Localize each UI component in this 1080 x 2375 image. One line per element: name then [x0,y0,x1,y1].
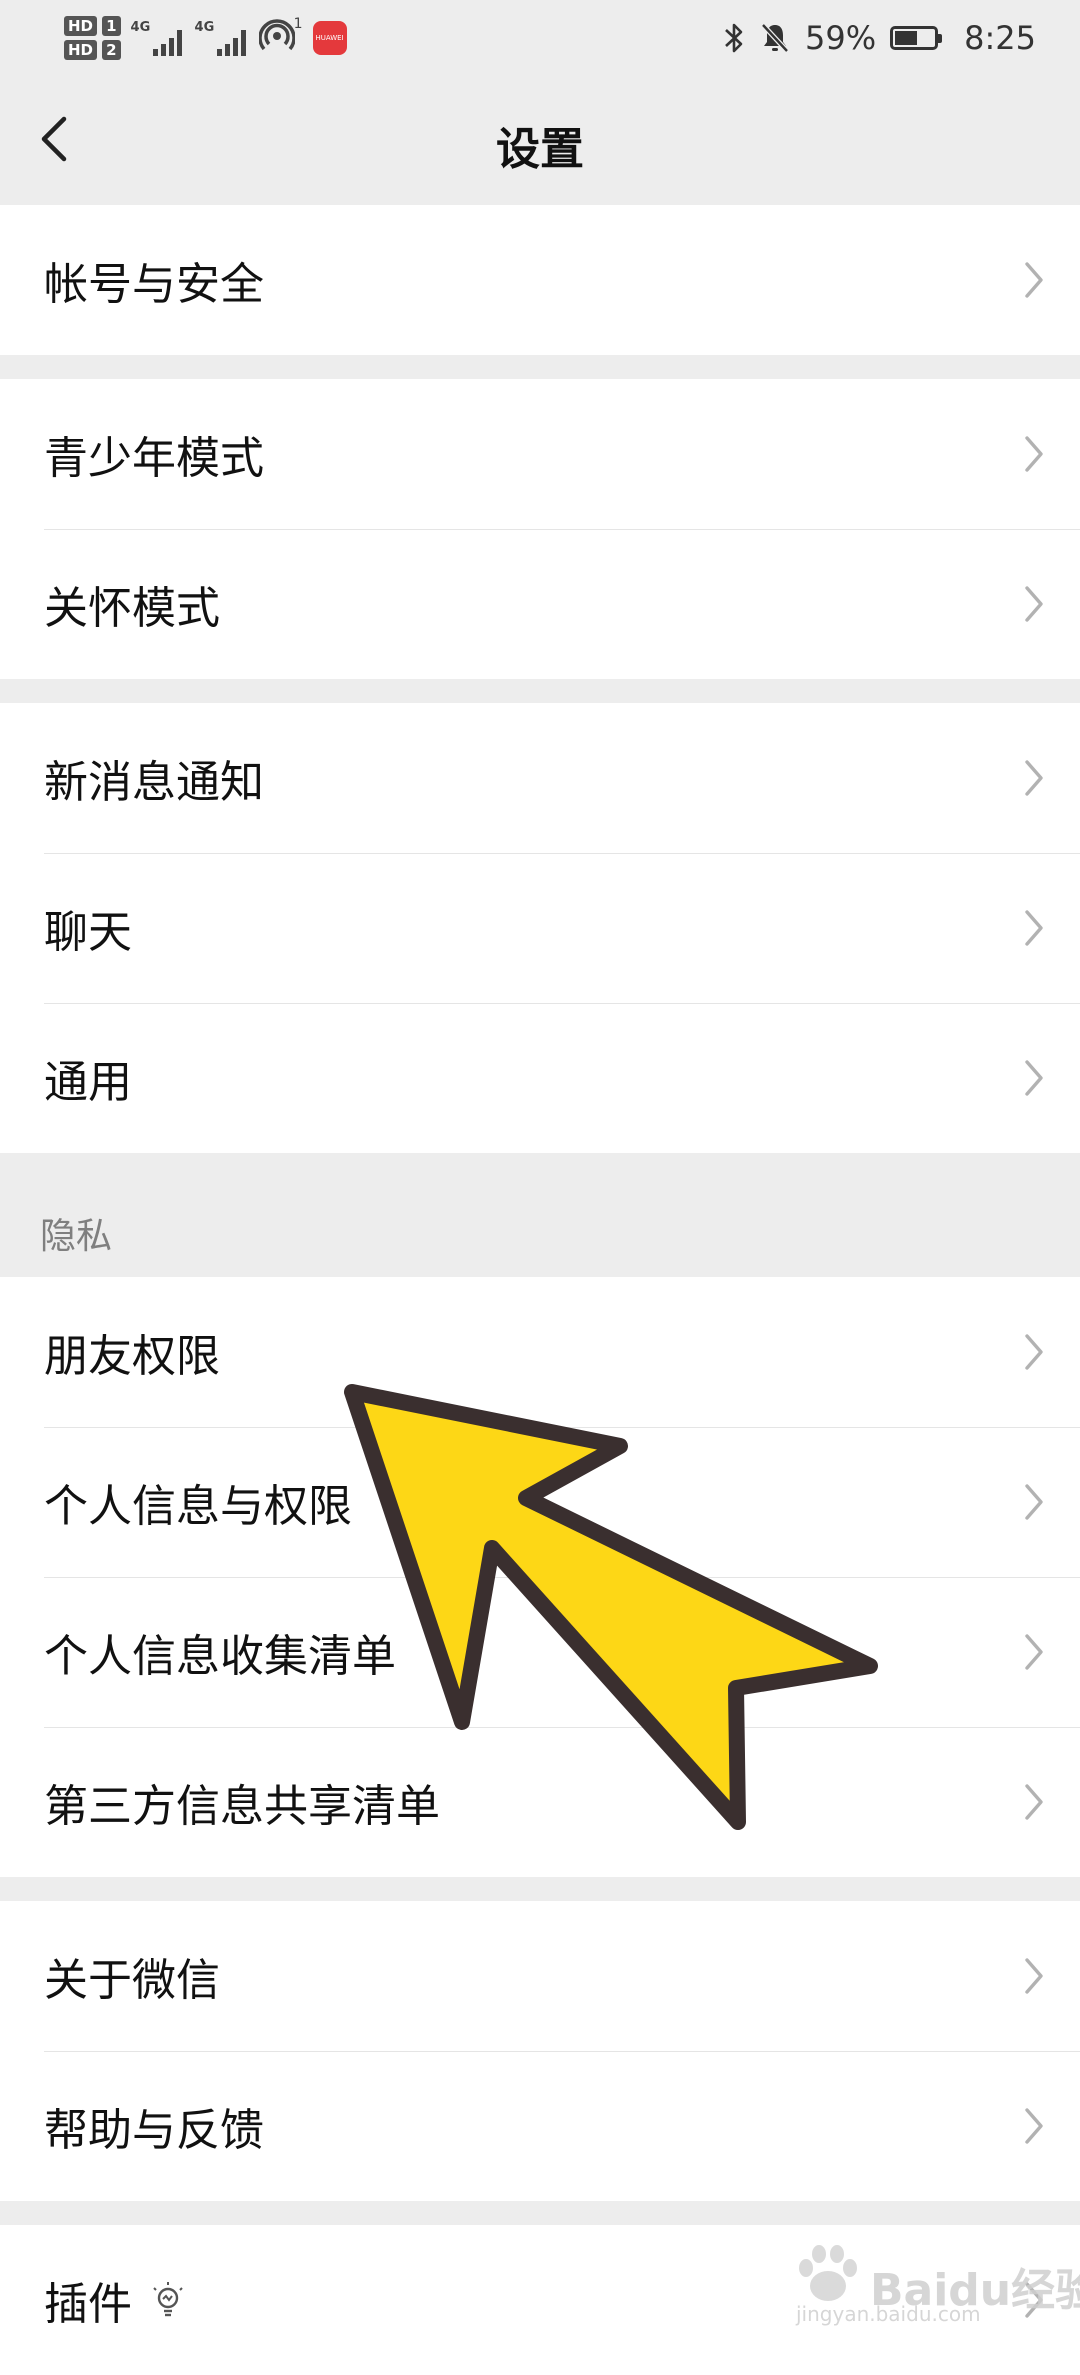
huawei-app-icon: HUAWEI [312,21,347,55]
hotspot-icon: 1 [257,16,303,58]
status-right: 59% 8:25 [723,8,1036,68]
settings-group: 朋友权限个人信息与权限 个人信息收集清单 第三方信息共享清单 [0,1277,1080,1877]
section-title: 隐私 [40,1216,113,1257]
settings-row-label: 插件 [44,2279,132,2330]
settings-group: 新消息通知 聊天 通用 [0,703,1080,1153]
chevron-right-icon [1022,1780,1046,1824]
status-left: HD 1 HD 2 4G 4G 1 HUAWEI [64,8,347,68]
settings-row[interactable]: 关于微信 [0,1901,1080,2051]
sim1-hd-badge: HD [64,16,98,36]
chevron-right-icon [1022,432,1046,476]
settings-row-label: 关怀模式 [44,583,220,634]
settings-row[interactable]: 个人信息收集清单 [0,1577,1080,1727]
settings-row[interactable]: 青少年模式 [0,379,1080,529]
chevron-right-icon [1022,906,1046,950]
settings-row-label: 聊天 [44,907,132,958]
page-title: 设置 [496,124,584,175]
chevron-right-icon [1022,756,1046,800]
signal-1-icon: 4G [131,18,185,58]
group-spacer [0,1877,1080,1901]
sim1-number: 1 [102,16,121,36]
chevron-right-icon [1022,1056,1046,1100]
sim2-hd-badge: HD [64,40,98,60]
settings-row-label-wrap: 第三方信息共享清单 [44,1770,440,1834]
chevron-right-icon [1022,582,1046,626]
settings-row-label-wrap: 插件 [44,2268,188,2332]
group-spacer [0,355,1080,379]
settings-row-label: 个人信息收集清单 [44,1631,396,1682]
chevron-right-icon [1022,1954,1046,1998]
bell-muted-icon [761,23,789,53]
settings-row-label-wrap: 通用 [44,1046,132,1110]
status-time: 8:25 [964,19,1036,57]
signal-2-icon: 4G [195,18,249,58]
settings-row[interactable]: 关怀模式 [0,529,1080,679]
settings-row[interactable]: 朋友权限 [0,1277,1080,1427]
settings-group: 关于微信 帮助与反馈 [0,1901,1080,2201]
group-spacer [0,679,1080,703]
sim-indicators: HD 1 HD 2 [64,16,121,60]
settings-row-label-wrap: 关怀模式 [44,572,220,636]
settings-row-label-wrap: 帐号与安全 [44,248,264,312]
chevron-right-icon [1022,1330,1046,1374]
nav-bar: 设置 [0,75,1080,205]
chevron-right-icon [1022,2104,1046,2148]
settings-row-label: 个人信息与权限 [44,1481,352,1532]
settings-row[interactable]: 聊天 [0,853,1080,1003]
settings-row-label-wrap: 帮助与反馈 [44,2094,264,2158]
settings-row-label-wrap: 聊天 [44,896,132,960]
net1-label: 4G [130,20,151,35]
settings-row-label-wrap: 关于微信 [44,1944,220,2008]
settings-row-label: 关于微信 [44,1955,220,2006]
hotspot-count: 1 [293,16,303,32]
sim1-indicator: HD 1 [64,16,121,36]
settings-group: 帐号与安全 [0,205,1080,355]
settings-row[interactable]: 第三方信息共享清单 [0,1727,1080,1877]
status-bar: HD 1 HD 2 4G 4G 1 HUAWEI 59% 8:25 [0,0,1080,75]
settings-group: 青少年模式 关怀模式 [0,379,1080,679]
bluetooth-icon [725,23,743,53]
app-badge-label: HUAWEI [315,34,344,42]
paw-icon [799,2245,857,2301]
settings-row-label-wrap: 新消息通知 [44,746,264,810]
settings-row-label-wrap: 朋友权限 [44,1320,220,1384]
settings-row[interactable]: 个人信息与权限 [0,1427,1080,1577]
settings-row-label-wrap: 个人信息与权限 [44,1470,352,1534]
settings-row-label: 帐号与安全 [44,259,264,310]
chevron-right-icon [1022,1630,1046,1674]
battery-fill [895,31,918,45]
sim2-indicator: HD 2 [64,40,121,60]
settings-row[interactable]: 新消息通知 [0,703,1080,853]
settings-row-label-wrap: 个人信息收集清单 [44,1620,396,1684]
settings-list: 帐号与安全青少年模式关怀模式新消息通知聊天通用隐私朋友权限个人信息与权限 个人信息… [0,205,1080,2375]
net2-label: 4G [194,20,215,35]
settings-row[interactable]: 帐号与安全 [0,205,1080,355]
sim2-number: 2 [102,40,121,60]
settings-row-label: 通用 [44,1057,132,1108]
settings-row[interactable]: 帮助与反馈 [0,2051,1080,2201]
settings-row-label: 帮助与反馈 [44,2105,264,2156]
chevron-right-icon [1022,258,1046,302]
chevron-right-icon [1022,1480,1046,1524]
section-header-privacy: 隐私 [0,1153,1080,1277]
settings-row-label: 青少年模式 [44,433,264,484]
settings-row-label-wrap: 青少年模式 [44,422,264,486]
settings-row[interactable]: 通用 [0,1003,1080,1153]
settings-row-label: 第三方信息共享清单 [44,1781,440,1832]
settings-row-label: 朋友权限 [44,1331,220,1382]
settings-row-label: 新消息通知 [44,757,264,808]
lightbulb-icon [148,2280,188,2320]
watermark-url: jingyan.baidu.com [796,2302,981,2326]
battery-icon [890,26,943,50]
battery-percent: 59% [805,19,877,57]
baidu-watermark: Baidu经验 jingyan.baidu.com [790,2220,1080,2330]
